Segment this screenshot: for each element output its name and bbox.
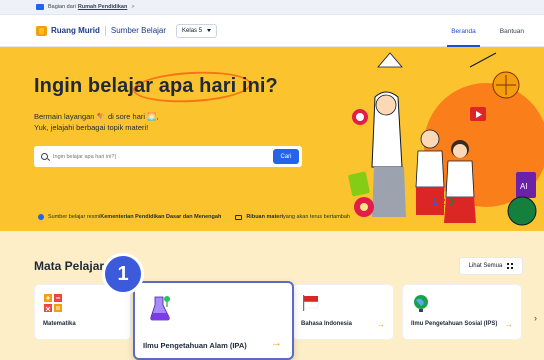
- subject-label: Bahasa Indonesia: [301, 321, 353, 327]
- svg-text:1: 1: [432, 197, 438, 208]
- arrow-right-icon: →: [377, 320, 385, 329]
- hero-footer: Sumber belajar resmi Kementerian Pendidi…: [38, 214, 350, 220]
- flag-icon: [303, 295, 319, 311]
- chevron-right-icon: >: [131, 4, 135, 10]
- brand-subtitle: Sumber Belajar: [110, 26, 167, 35]
- topbar-prefix: Bagian dari: [48, 4, 76, 10]
- official-source-prefix: Sumber belajar resmi: [48, 214, 101, 220]
- math-icon: [44, 294, 62, 312]
- svg-text:3: 3: [448, 197, 454, 208]
- arrow-right-icon: →: [271, 337, 282, 349]
- subject-label: Ilmu Pengetahuan Sosial (IPS): [411, 321, 498, 327]
- top-announcement-bar: Bagian dari Rumah Pendidikan >: [0, 0, 544, 15]
- chevron-down-icon: [207, 29, 212, 32]
- subject-card-ipa[interactable]: Ilmu Pengetahuan Alam (IPA) →: [133, 281, 294, 360]
- rumah-pendidikan-link[interactable]: Rumah Pendidikan: [78, 4, 128, 10]
- rumah-pendidikan-icon: [36, 4, 44, 10]
- grade-select[interactable]: Kelas 5: [176, 23, 218, 38]
- search-bar: Cari: [34, 146, 302, 167]
- nav-menu: Beranda Bantuan: [427, 15, 524, 47]
- see-all-button[interactable]: Lihat Semua: [459, 257, 523, 275]
- search-input[interactable]: [53, 153, 273, 160]
- nav-item-bantuan[interactable]: Bantuan: [500, 15, 524, 47]
- hero-subtitle-1: Bermain layangan 🪁 di sore hari 🌅,: [34, 112, 159, 121]
- hero-banner: Ingin belajar apa hari ini? Bermain laya…: [0, 47, 544, 231]
- brand-divider: [104, 25, 106, 36]
- nav-item-beranda[interactable]: Beranda: [447, 15, 480, 47]
- subject-label: Ilmu Pengetahuan Alam (IPA): [143, 341, 247, 350]
- carousel-next-icon[interactable]: ›: [534, 313, 537, 323]
- subject-card-ips[interactable]: Ilmu Pengetahuan Sosial (IPS) →: [402, 284, 522, 340]
- hero-title-highlight: apa hari ini?: [158, 75, 278, 97]
- subject-label: Matematika: [43, 321, 76, 327]
- step-number-badge: 1: [102, 253, 144, 295]
- logo-icon[interactable]: [36, 25, 47, 36]
- arrow-right-icon: →: [505, 320, 513, 329]
- hero-title-pre: Ingin belajar: [34, 75, 159, 97]
- hero-title: Ingin belajar apa hari ini?: [34, 75, 278, 98]
- official-source-icon: [38, 214, 44, 220]
- search-icon: [41, 153, 48, 160]
- students-illustration: AI 1 2 3: [348, 52, 544, 226]
- official-source-ministry: Kementerian Pendidikan Dasar dan Menenga…: [100, 214, 222, 220]
- book-icon: [235, 214, 243, 220]
- hero-subtitle-2: Yuk, jelajahi berbagai topik materi!: [34, 123, 149, 132]
- svg-text:2: 2: [440, 197, 446, 208]
- grid-icon: [507, 263, 514, 269]
- brand-name[interactable]: Ruang Murid: [51, 26, 100, 35]
- flask-icon: [150, 296, 170, 321]
- svg-text:AI: AI: [520, 182, 528, 191]
- subject-card-bahasa-indonesia[interactable]: Bahasa Indonesia →: [292, 284, 394, 340]
- globe-icon: [414, 295, 428, 312]
- navbar: Ruang Murid Sumber Belajar Kelas 5 Beran…: [0, 15, 544, 47]
- search-button[interactable]: Cari: [273, 149, 299, 164]
- materials-count: Ribuan materi: [246, 214, 284, 220]
- grade-select-value: Kelas 5: [182, 27, 203, 34]
- see-all-label: Lihat Semua: [468, 263, 503, 269]
- materials-suffix: yang akan terus bertambah: [283, 214, 350, 220]
